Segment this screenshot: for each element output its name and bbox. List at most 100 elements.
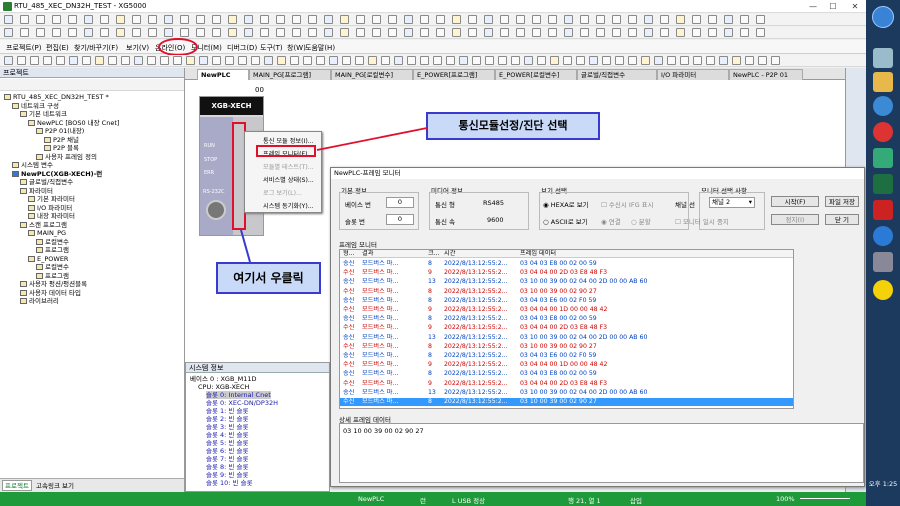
tree-item[interactable]: 기본 파라미터 — [28, 195, 75, 203]
toolbar-button-icon[interactable] — [340, 15, 349, 24]
system-info-item[interactable]: 슬롯 7: 빈 슬롯 — [206, 455, 248, 463]
system-info-item[interactable]: 슬롯 10: 빈 슬롯 — [206, 479, 253, 487]
recv-ifg-checkbox[interactable]: ☐ 수신시 IFG 표시 — [601, 199, 654, 209]
table-row[interactable]: 송신 모드버스 마... 8 2022/8/13:12:55:2... 03 04 03… — [340, 297, 793, 305]
toolbar-button-icon[interactable] — [724, 15, 733, 24]
toolbar-button-icon[interactable] — [372, 15, 381, 24]
tab-5[interactable]: 글로벌/직접변수 — [577, 69, 657, 80]
hexa-radio[interactable]: ◉ HEXA로 보기 — [543, 199, 589, 209]
toolbar-button-icon[interactable] — [596, 28, 605, 37]
toolbar-button-icon[interactable] — [4, 15, 13, 24]
toolbar-button-icon[interactable] — [381, 56, 390, 65]
toolbar-button-icon[interactable] — [756, 28, 765, 37]
tree-item[interactable]: P2P 채널 — [44, 136, 79, 144]
toolbar-button-icon[interactable] — [758, 56, 767, 65]
toolbar-button-icon[interactable] — [30, 56, 39, 65]
table-row[interactable]: 수신 모드버스 마... 8 2022/8/13:12:55:2... 03 10 00… — [340, 288, 793, 296]
toolbar-button-icon[interactable] — [612, 15, 621, 24]
toolbar-button-icon[interactable] — [500, 15, 509, 24]
toolbar-button-icon[interactable] — [667, 56, 676, 65]
tab-4[interactable]: E_POWER[로컬변수] — [495, 69, 577, 80]
toolbar-button-icon[interactable] — [388, 28, 397, 37]
table-row[interactable]: 송신 모드버스 마... 13 2022/8/13:12:55:2... 03 10 0… — [340, 278, 793, 286]
toolbar-button-icon[interactable] — [576, 56, 585, 65]
table-row[interactable]: 수신 모드버스 마... 9 2022/8/13:12:55:2... 03 04 04… — [340, 269, 793, 277]
toolbar-button-icon[interactable] — [276, 15, 285, 24]
detail-frame-textarea[interactable]: 03 10 00 39 00 02 90 27 — [339, 423, 864, 483]
tree-item[interactable]: 사용자 펑션/펑션블록 — [20, 280, 87, 288]
context-menu-item-2[interactable]: 모듈별 테스트(T)... — [263, 162, 314, 171]
toolbar-button-icon[interactable] — [420, 28, 429, 37]
toolbar-button-icon[interactable] — [740, 15, 749, 24]
toolbar-button-icon[interactable] — [500, 28, 509, 37]
toolbar-button-icon[interactable] — [472, 56, 481, 65]
toolbar-button-icon[interactable] — [251, 56, 260, 65]
toolbar-button-icon[interactable] — [602, 56, 611, 65]
toolbar-button-icon[interactable] — [84, 15, 93, 24]
toolbar-button-icon[interactable] — [355, 56, 364, 65]
toolbar-button-icon[interactable] — [498, 56, 507, 65]
tree-item[interactable]: 프로그램 — [36, 246, 69, 254]
column-header[interactable]: 크... — [428, 250, 444, 258]
toolbar-button-icon[interactable] — [644, 15, 653, 24]
toolbar-button-icon[interactable] — [564, 15, 573, 24]
channel-select[interactable]: 채널 2 ▾ — [709, 197, 755, 208]
split-radio[interactable]: ○ 분할 — [631, 216, 651, 226]
column-header[interactable]: 결과 — [362, 250, 422, 258]
table-row[interactable]: 수신 모드버스 마... 9 2022/8/13:12:55:2... 03 04 04… — [340, 361, 793, 369]
system-info-item[interactable]: 슬롯 5: 빈 슬롯 — [206, 439, 248, 447]
toolbar-button-icon[interactable] — [52, 15, 61, 24]
toolbar-button-icon[interactable] — [100, 15, 109, 24]
toolbar-button-icon[interactable] — [548, 28, 557, 37]
toolbar-button-icon[interactable] — [84, 28, 93, 37]
taskbar-chrome-icon[interactable] — [873, 122, 893, 142]
toolbar-button-icon[interactable] — [147, 56, 156, 65]
toolbar-button-icon[interactable] — [292, 15, 301, 24]
tree-item[interactable]: 로컬변수 — [36, 263, 69, 271]
taskbar-excel-icon[interactable] — [873, 174, 893, 194]
toolbar-button-icon[interactable] — [724, 28, 733, 37]
system-info-item[interactable]: 슬롯 4: 빈 슬롯 — [206, 431, 248, 439]
toolbar-button-icon[interactable] — [132, 15, 141, 24]
toolbar-button-icon[interactable] — [693, 56, 702, 65]
toolbar-button-icon[interactable] — [132, 28, 141, 37]
toolbar-button-icon[interactable] — [452, 15, 461, 24]
tree-item[interactable]: NewPLC(XGB-XECH)-런 — [12, 170, 102, 178]
tree-item[interactable]: 로컬변수 — [36, 238, 69, 246]
toolbar-button-icon[interactable] — [244, 15, 253, 24]
tab-1[interactable]: MAIN_PG[프로그램] — [249, 69, 331, 80]
toolbar-button-icon[interactable] — [485, 56, 494, 65]
tree-item[interactable]: 내장 파라미터 — [28, 212, 75, 220]
toolbar-button-icon[interactable] — [692, 15, 701, 24]
tree-item[interactable]: 시스템 변수 — [12, 161, 53, 169]
tree-item[interactable]: P2P 블록 — [44, 144, 79, 152]
system-info-item[interactable]: 베이스 0 : XGB_M11D — [190, 375, 257, 383]
toolbar-button-icon[interactable] — [564, 28, 573, 37]
tab-project[interactable]: 프로젝트 — [2, 480, 32, 491]
toolbar-button-icon[interactable] — [654, 56, 663, 65]
toolbar-button-icon[interactable] — [516, 15, 525, 24]
toolbar-button-icon[interactable] — [43, 56, 52, 65]
column-header[interactable]: 프레임 데이터 — [520, 250, 790, 258]
toolbar-button-icon[interactable] — [324, 28, 333, 37]
toolbar-button-icon[interactable] — [563, 56, 572, 65]
toolbar-button-icon[interactable] — [303, 56, 312, 65]
toolbar-button-icon[interactable] — [82, 56, 91, 65]
menu-item-3[interactable]: 보기(V) — [126, 43, 149, 53]
tab-0[interactable]: NewPLC — [197, 69, 249, 80]
context-menu-item-5[interactable]: 시스템 동기화(Y)... — [263, 201, 314, 210]
table-row[interactable]: 송신 모드버스 마... 8 2022/8/13:12:55:2... 03 04 03… — [340, 370, 793, 378]
toolbar-button-icon[interactable] — [550, 56, 559, 65]
toolbar-button-icon[interactable] — [180, 28, 189, 37]
tree-item[interactable]: MAIN_PG — [28, 229, 66, 237]
toolbar-button-icon[interactable] — [660, 28, 669, 37]
tree-item[interactable]: 네트워크 구성 — [12, 102, 59, 110]
toolbar-button-icon[interactable] — [228, 15, 237, 24]
tree-item[interactable]: 기본 네트워크 — [20, 110, 67, 118]
toolbar-button-icon[interactable] — [468, 28, 477, 37]
toolbar-button-icon[interactable] — [212, 15, 221, 24]
toolbar-button-icon[interactable] — [52, 28, 61, 37]
toolbar-button-icon[interactable] — [324, 15, 333, 24]
toolbar-button-icon[interactable] — [420, 56, 429, 65]
tab-highspeed-link[interactable]: 고속링크 보기 — [36, 481, 86, 491]
